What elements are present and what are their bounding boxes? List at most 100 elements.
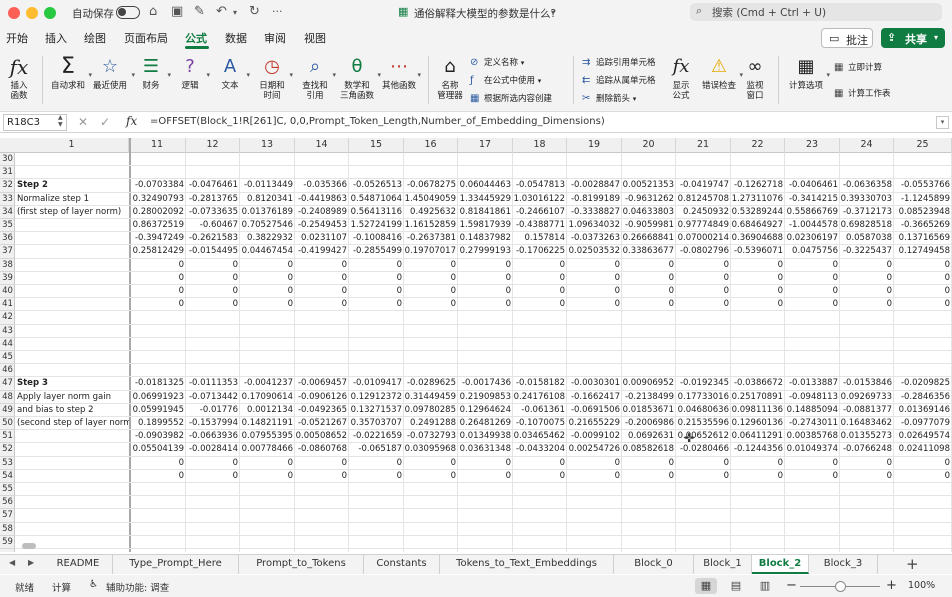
value-cell[interactable]: 0 bbox=[676, 470, 731, 483]
value-cell[interactable]: 0.12749458 bbox=[894, 245, 952, 258]
value-cell[interactable]: -0.0153846 bbox=[840, 377, 894, 390]
value-cell[interactable]: 0 bbox=[622, 470, 676, 483]
value-cell[interactable]: 0 bbox=[785, 298, 840, 311]
row-header[interactable]: 41 bbox=[0, 298, 15, 312]
sheet-tab[interactable]: Block_3 bbox=[809, 555, 878, 574]
value-cell[interactable]: 0 bbox=[513, 457, 567, 470]
row-header[interactable]: 34 bbox=[0, 206, 15, 219]
trace-dependents-button[interactable]: ⇇ 追踪从属单元格 bbox=[582, 74, 656, 86]
row-header[interactable]: 39 bbox=[0, 272, 15, 285]
value-cell[interactable]: 0.00778466 bbox=[240, 443, 295, 456]
value-cell[interactable]: 0.53289244 bbox=[731, 206, 785, 219]
remove-arrows-button[interactable]: ✂ 删除箭头 ▾ bbox=[582, 92, 636, 104]
tab-view[interactable]: 视图 bbox=[304, 30, 326, 46]
value-cell[interactable]: 0 bbox=[894, 272, 952, 285]
row-header[interactable]: 33 bbox=[0, 193, 15, 206]
normal-view-button[interactable]: ▦ bbox=[695, 578, 717, 594]
row-header[interactable]: 59 bbox=[0, 536, 15, 549]
value-cell[interactable]: 0.00521353 bbox=[622, 179, 676, 192]
value-cell[interactable]: 0.54871064 bbox=[349, 193, 404, 206]
value-cell[interactable]: 0 bbox=[840, 298, 894, 311]
more-functions-button[interactable]: ⋯ 其他函数 ▾ bbox=[381, 56, 421, 91]
value-cell[interactable]: 0 bbox=[731, 298, 785, 311]
value-cell[interactable]: 0.08523948 bbox=[894, 206, 952, 219]
value-cell[interactable]: -0.0221659 bbox=[349, 430, 404, 443]
value-cell[interactable]: 0 bbox=[404, 457, 458, 470]
value-cell[interactable]: 0.03465462 bbox=[513, 430, 567, 443]
value-cell[interactable]: -0.0386672 bbox=[731, 377, 785, 390]
value-cell[interactable]: 0.25170891 bbox=[731, 391, 785, 404]
value-cell[interactable]: -0.0713442 bbox=[186, 391, 240, 404]
value-cell[interactable]: 0.01853671 bbox=[622, 404, 676, 417]
title-dropdown-icon[interactable]: ▾ bbox=[551, 8, 555, 17]
column-header[interactable]: 12 bbox=[186, 138, 240, 153]
tab-data[interactable]: 数据 bbox=[225, 30, 247, 46]
value-cell[interactable]: 0.14885094 bbox=[785, 404, 840, 417]
value-cell[interactable]: 0.24176108 bbox=[513, 391, 567, 404]
value-cell[interactable]: 0.00906952 bbox=[622, 377, 676, 390]
value-cell[interactable]: 0.0231107 bbox=[295, 232, 349, 245]
row-header[interactable]: 51 bbox=[0, 430, 15, 444]
column-header[interactable]: 14 bbox=[295, 138, 349, 153]
minimize-window-button[interactable] bbox=[26, 7, 38, 19]
column-header[interactable]: 22 bbox=[731, 138, 785, 153]
value-cell[interactable]: -0.1244356 bbox=[731, 443, 785, 456]
value-cell[interactable]: 0.33863677 bbox=[622, 245, 676, 258]
value-cell[interactable]: 0 bbox=[731, 259, 785, 272]
value-cell[interactable]: 0 bbox=[731, 272, 785, 285]
value-cell[interactable]: -0.0109417 bbox=[349, 377, 404, 390]
value-cell[interactable]: 0 bbox=[295, 272, 349, 285]
datetime-button[interactable]: ◷ 日期和 时间 ▾ bbox=[257, 56, 293, 101]
create-from-selection-button[interactable]: ▦ 根据所选内容创建 bbox=[470, 92, 552, 104]
value-cell[interactable]: 0 bbox=[785, 259, 840, 272]
value-cell[interactable]: 0 bbox=[240, 259, 295, 272]
value-cell[interactable]: 0 bbox=[513, 259, 567, 272]
value-cell[interactable]: -0.0476461 bbox=[186, 179, 240, 192]
value-cell[interactable]: 0.02503532 bbox=[567, 245, 622, 258]
tab-draw[interactable]: 绘图 bbox=[84, 30, 106, 46]
value-cell[interactable]: 0.00508652 bbox=[295, 430, 349, 443]
value-cell[interactable]: -0.1008416 bbox=[349, 232, 404, 245]
value-cell[interactable]: -0.0732793 bbox=[404, 430, 458, 443]
value-cell[interactable]: -0.5396071 bbox=[731, 245, 785, 258]
value-cell[interactable]: 0 bbox=[404, 470, 458, 483]
column-header[interactable]: 20 bbox=[622, 138, 676, 153]
page-layout-view-button[interactable]: ▤ bbox=[725, 578, 747, 594]
fx-icon[interactable]: fx bbox=[126, 114, 137, 128]
value-cell[interactable]: 0.25812429 bbox=[129, 245, 186, 258]
value-cell[interactable]: 0.14837982 bbox=[458, 232, 513, 245]
value-cell[interactable]: -0.065187 bbox=[349, 443, 404, 456]
value-cell[interactable]: -0.0133887 bbox=[785, 377, 840, 390]
status-accessibility[interactable]: 辅助功能: 调查 bbox=[106, 580, 169, 594]
row-header[interactable]: 47 bbox=[0, 377, 15, 391]
value-cell[interactable]: 0 bbox=[622, 298, 676, 311]
next-sheet-icon[interactable]: ▶ bbox=[28, 558, 34, 567]
prev-sheet-icon[interactable]: ◀ bbox=[9, 558, 15, 567]
value-cell[interactable]: 0 bbox=[458, 272, 513, 285]
value-cell[interactable]: -0.0373263 bbox=[567, 232, 622, 245]
value-cell[interactable]: 0.0587038 bbox=[840, 232, 894, 245]
value-cell[interactable]: 0 bbox=[458, 298, 513, 311]
value-cell[interactable]: 0 bbox=[731, 470, 785, 483]
value-cell[interactable]: 0 bbox=[676, 298, 731, 311]
value-cell[interactable]: 0.01369146 bbox=[894, 404, 952, 417]
row-header[interactable]: 50 bbox=[0, 417, 15, 431]
value-cell[interactable]: 0 bbox=[840, 457, 894, 470]
edit-icon[interactable]: ✎ bbox=[194, 4, 205, 19]
value-cell[interactable]: -0.0419747 bbox=[676, 179, 731, 192]
label-cell[interactable]: Step 2 bbox=[15, 179, 129, 192]
row-header[interactable]: 58 bbox=[0, 523, 15, 536]
value-cell[interactable]: -0.0663936 bbox=[186, 430, 240, 443]
column-header[interactable]: 18 bbox=[513, 138, 567, 153]
value-cell[interactable]: -0.2855499 bbox=[349, 245, 404, 258]
column-header[interactable]: 25 bbox=[894, 138, 952, 153]
value-cell[interactable]: 1.27311076 bbox=[731, 193, 785, 206]
value-cell[interactable]: 0 bbox=[349, 470, 404, 483]
value-cell[interactable]: -0.0280466 bbox=[676, 443, 731, 456]
value-cell[interactable]: 0.01376189 bbox=[240, 206, 295, 219]
value-cell[interactable]: -0.0028847 bbox=[567, 179, 622, 192]
value-cell[interactable]: 0 bbox=[785, 272, 840, 285]
value-cell[interactable]: 0 bbox=[567, 298, 622, 311]
row-header[interactable]: 30 bbox=[0, 153, 15, 167]
row-header[interactable]: 52 bbox=[0, 443, 15, 457]
